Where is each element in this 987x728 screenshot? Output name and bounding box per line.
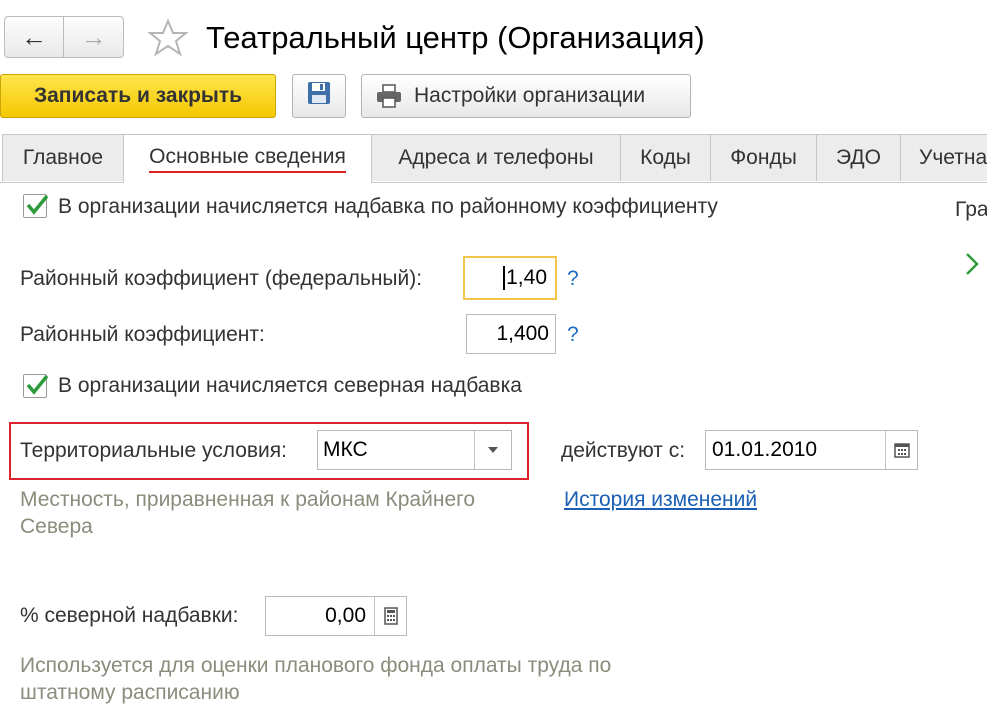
save-button[interactable] — [292, 74, 346, 118]
calculator-icon[interactable] — [374, 597, 406, 635]
tab-codes[interactable]: Коды — [620, 134, 711, 181]
arrow-left-icon: ← — [21, 21, 47, 52]
arrow-right-icon: → — [80, 21, 107, 52]
history-link[interactable]: История изменений — [564, 488, 757, 512]
federal-coefficient-help[interactable]: ? — [567, 267, 579, 291]
federal-coefficient-input[interactable]: 1,40 — [463, 256, 557, 300]
northern-note: Используется для оценки планового фонда … — [20, 654, 612, 704]
checkmark-icon — [26, 374, 49, 395]
tab-accounting[interactable]: Учетна — [900, 134, 987, 181]
territorial-conditions-select[interactable]: МКС — [317, 430, 512, 470]
back-button[interactable]: ← — [4, 16, 64, 58]
text-cursor — [503, 266, 506, 290]
effective-from-label: действуют с: — [561, 439, 686, 462]
tab-basic-info[interactable]: Основные сведения — [123, 134, 372, 183]
regional-coefficient-help[interactable]: ? — [567, 323, 579, 347]
northern-percent-input[interactable]: 0,00 — [265, 596, 407, 636]
floppy-disk-icon — [306, 80, 332, 112]
federal-coefficient-label: Районный коэффициент (федеральный): — [20, 267, 423, 290]
forward-button[interactable]: → — [64, 16, 124, 58]
northern-allowance-label: В организации начисляется северная надба… — [58, 374, 522, 397]
tab-edo[interactable]: ЭДО — [816, 134, 901, 181]
organization-settings-label: Настройки организации — [414, 84, 646, 107]
dropdown-arrow-icon[interactable] — [474, 431, 511, 469]
side-label: Гра — [955, 198, 987, 221]
northern-percent-label: % северной надбавки: — [20, 604, 239, 627]
tab-bar: Главное Основные сведения Адреса и телеф… — [0, 134, 987, 183]
territorial-conditions-label: Территориальные условия: — [20, 439, 287, 462]
printer-icon — [376, 84, 402, 108]
chevron-right-icon[interactable] — [965, 252, 979, 281]
territorial-note: Местность, приравненная к районам Крайне… — [20, 488, 475, 538]
calendar-icon[interactable] — [885, 431, 917, 469]
tab-addresses-phones[interactable]: Адреса и телефоны — [371, 134, 621, 181]
regional-allowance-checkbox[interactable] — [23, 194, 49, 218]
regional-coefficient-input[interactable]: 1,400 — [466, 314, 556, 354]
favorite-star-icon[interactable] — [147, 18, 189, 63]
effective-from-date-input[interactable]: 01.01.2010 — [705, 430, 918, 470]
save-and-close-button[interactable]: Записать и закрыть — [0, 74, 276, 118]
northern-allowance-checkbox[interactable] — [23, 374, 49, 398]
regional-allowance-label: В организации начисляется надбавка по ра… — [58, 195, 718, 218]
tab-funds[interactable]: Фонды — [710, 134, 817, 181]
page-title: Театральный центр (Организация) — [206, 20, 705, 55]
checkmark-icon — [26, 194, 49, 215]
organization-settings-button[interactable]: Настройки организации — [361, 74, 691, 118]
tab-main[interactable]: Главное — [2, 134, 124, 181]
regional-coefficient-label: Районный коэффициент: — [20, 323, 265, 346]
